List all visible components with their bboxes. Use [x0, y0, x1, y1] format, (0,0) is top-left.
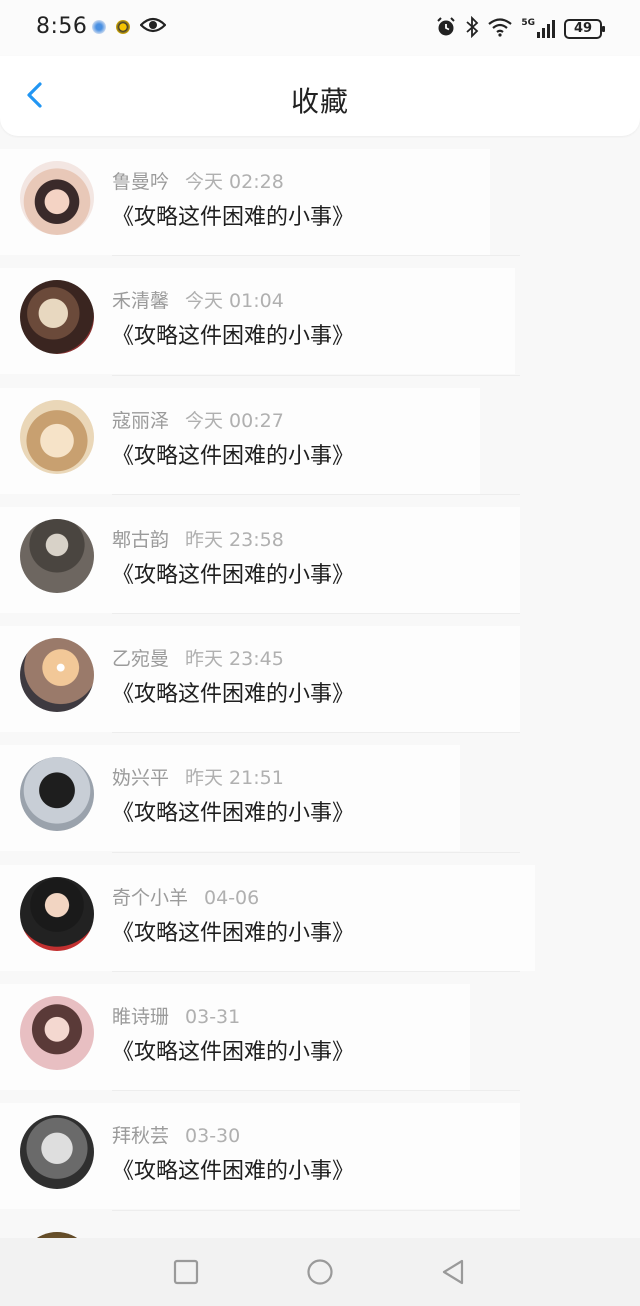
app-notification-icon-2 — [116, 20, 130, 34]
user-name[interactable]: 妫兴平 — [112, 767, 169, 789]
app-notification-icon — [92, 20, 106, 34]
list-item[interactable]: 郫古韵 昨天 23:58 《攻略这件困难的小事》 — [0, 495, 640, 615]
avatar[interactable] — [20, 280, 94, 355]
list-item[interactable]: 拜秋芸 03-30 《攻略这件困难的小事》 — [0, 1091, 640, 1211]
system-nav-bar — [0, 1238, 640, 1306]
eye-icon — [139, 16, 167, 38]
square-recents-icon — [172, 1259, 200, 1290]
user-name[interactable]: 郫古韵 — [112, 529, 169, 551]
user-name[interactable]: 拜秋芸 — [112, 1125, 169, 1147]
list-item[interactable]: 鲁曼吟 今天 02:28 《攻略这件困难的小事》 — [0, 137, 640, 257]
avatar[interactable] — [20, 518, 94, 593]
list-item[interactable]: 奇个小羊 04-06 《攻略这件困难的小事》 — [0, 853, 640, 973]
signal-icon: 5G — [521, 19, 556, 39]
avatar[interactable] — [20, 161, 94, 235]
user-name[interactable]: 奇个小羊 — [112, 887, 188, 909]
timestamp: 03-31 — [185, 1006, 241, 1029]
user-name[interactable]: 睢诗珊 — [112, 1006, 169, 1028]
status-bar: 8:56 5G 49 — [0, 0, 640, 56]
favorites-list: 鲁曼吟 今天 02:28 《攻略这件困难的小事》 禾清馨 今天 01:04 《攻略这… — [0, 137, 640, 1211]
avatar[interactable] — [20, 757, 94, 832]
app-header: 收藏 — [0, 56, 640, 136]
story-title[interactable]: 《攻略这件困难的小事》 — [112, 438, 354, 470]
page-title: 收藏 — [290, 85, 349, 118]
user-name[interactable]: 鲁曼吟 — [112, 171, 169, 193]
story-title[interactable]: 《攻略这件困难的小事》 — [112, 318, 354, 350]
list-item[interactable]: 寇丽泽 今天 00:27 《攻略这件困难的小事》 — [0, 376, 640, 495]
timestamp: 今天 01:04 — [185, 290, 284, 313]
user-name[interactable]: 乙宛曼 — [112, 648, 169, 670]
timestamp: 昨天 21:51 — [185, 767, 284, 790]
timestamp: 今天 00:27 — [185, 409, 284, 432]
list-item[interactable]: 睢诗珊 03-31 《攻略这件困难的小事》 — [0, 972, 640, 1092]
timestamp: 03-30 — [185, 1125, 241, 1148]
recents-button[interactable] — [172, 1258, 200, 1286]
bluetooth-icon — [465, 15, 479, 42]
list-item[interactable]: 乙宛曼 昨天 23:45 《攻略这件困难的小事》 — [0, 614, 640, 734]
triangle-back-icon — [440, 1259, 468, 1290]
divider — [112, 1209, 520, 1211]
story-title[interactable]: 《攻略这件困难的小事》 — [112, 199, 354, 231]
story-title[interactable]: 《攻略这件困难的小事》 — [112, 676, 354, 708]
user-name[interactable]: 寇丽泽 — [112, 410, 169, 432]
avatar[interactable] — [20, 876, 94, 951]
status-time: 8:56 — [36, 14, 88, 39]
avatar[interactable] — [20, 638, 94, 713]
user-name[interactable]: 禾清馨 — [112, 290, 169, 312]
story-title[interactable]: 《攻略这件困难的小事》 — [112, 557, 354, 589]
avatar[interactable] — [20, 399, 94, 474]
timestamp: 昨天 23:45 — [185, 648, 284, 671]
story-title[interactable]: 《攻略这件困难的小事》 — [112, 1034, 354, 1066]
list-item[interactable]: 禾清馨 今天 01:04 《攻略这件困难的小事》 — [0, 256, 640, 376]
story-title[interactable]: 《攻略这件困难的小事》 — [112, 1153, 354, 1185]
battery-indicator: 49 — [564, 19, 605, 39]
alarm-icon — [435, 16, 457, 42]
network-label: 5G — [521, 18, 535, 28]
story-title[interactable]: 《攻略这件困难的小事》 — [112, 795, 354, 827]
list-item[interactable]: 妫兴平 昨天 21:51 《攻略这件困难的小事》 — [0, 733, 640, 853]
avatar[interactable] — [20, 996, 94, 1071]
home-button[interactable] — [306, 1258, 334, 1286]
favorites-screen: 8:56 5G 49 收藏 鲁曼吟 今天 02:28 《攻略这件困难的小事》 禾… — [0, 0, 640, 1306]
back-nav-button[interactable] — [440, 1258, 468, 1286]
wifi-icon — [487, 17, 513, 41]
story-title[interactable]: 《攻略这件困难的小事》 — [112, 915, 354, 947]
timestamp: 今天 02:28 — [185, 171, 284, 193]
timestamp: 昨天 23:58 — [185, 528, 284, 551]
avatar[interactable] — [20, 1115, 94, 1190]
circle-home-icon — [306, 1259, 334, 1290]
timestamp: 04-06 — [204, 886, 260, 909]
